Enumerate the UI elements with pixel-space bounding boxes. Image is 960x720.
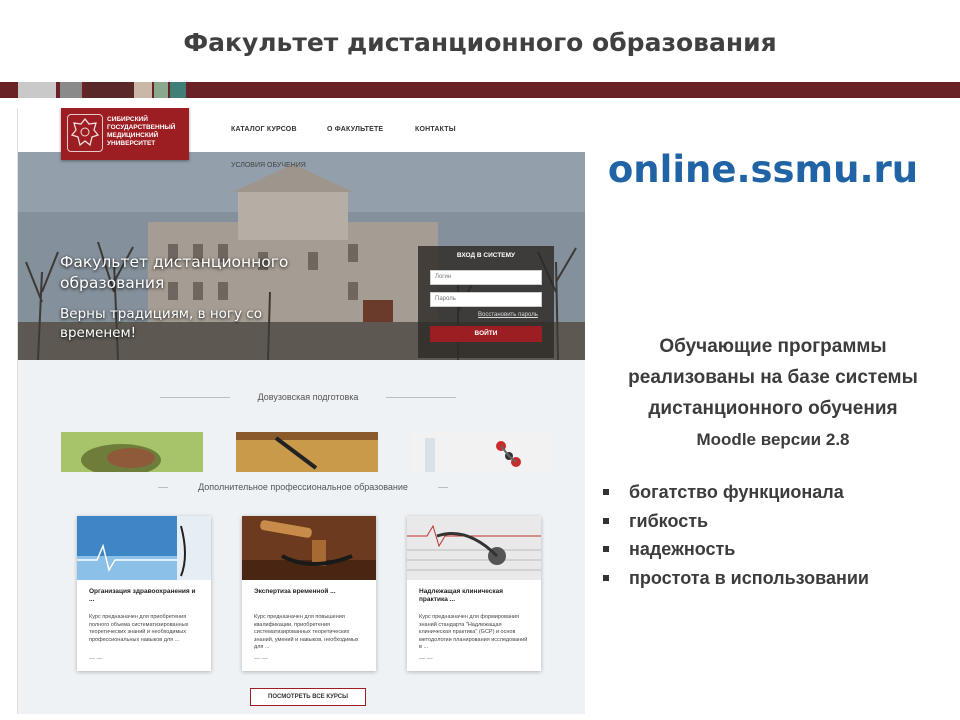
course-thumbnail[interactable] [411,432,553,472]
description-line-1: Обучающие программы [659,336,887,357]
course-thumbnail[interactable] [236,432,378,472]
card-more: — — [89,656,103,662]
card-more: — — [254,656,268,662]
card-image [407,516,541,580]
description-line-2: реализованы на базе системы [628,367,918,388]
card-more: — — [419,656,433,662]
card-description: Курс предназначен для приобретения полно… [89,614,189,643]
description-line-3: дистанционного обучения [648,398,898,419]
login-button[interactable]: ВОЙТИ [430,326,542,342]
slide-title: Факультет дистанционного образования [183,28,777,57]
card-title: Надлежащая клиническая практика ... [419,588,504,603]
hero-title-line-1: Факультет дистанционного [60,253,289,271]
card-description: Курс предназначен для формирования знани… [419,614,528,650]
card-title: Организация здравоохранения и ... [89,588,196,603]
hero-subtitle: Верны традициям, в ногу со временем! [60,305,262,343]
login-panel: ВХОД В СИСТЕМУ Логин Пароль Восстановить… [418,246,554,358]
eagle-emblem-icon [67,114,103,152]
feature-list: богатство функционала гибкость надежност… [600,478,869,592]
course-card[interactable]: Экспертиза временной ... Курс предназнач… [242,516,376,671]
website-screenshot: КАТАЛОГ КУРСОВ О ФАКУЛЬТЕТЕ КОНТАКТЫ СИБ… [17,108,585,714]
description-line-4: Moodle версии 2.8 [696,430,850,449]
bullet-icon [603,574,609,581]
band-square [86,82,134,98]
feature-item: гибкость [600,507,869,536]
forgot-password-link[interactable]: Восстановить пароль [478,312,538,318]
login-input[interactable]: Логин [430,270,542,285]
card-title: Экспертиза временной ... [254,588,336,595]
divider [438,487,448,488]
course-card[interactable]: Организация здравоохранения и ... Курс п… [77,516,211,671]
bullet-icon [603,517,609,524]
nav-about[interactable]: О ФАКУЛЬТЕТЕ [327,126,383,133]
section-additional-education: Дополнительное профессиональное образова… [198,482,408,492]
decorative-band [0,82,960,98]
logo-text: СИБИРСКИЙ ГОСУДАРСТВЕННЫЙ МЕДИЦИНСКИЙ УН… [107,116,176,147]
divider [160,397,230,398]
hero-title: Факультет дистанционного образования [60,252,288,294]
course-card[interactable]: Надлежащая клиническая практика ... Курс… [407,516,541,671]
divider [386,397,456,398]
band-square [134,82,152,98]
hero-title-line-2: образования [60,274,165,292]
feature-item: надежность [600,535,869,564]
card-image [77,516,211,580]
bullet-icon [603,489,609,495]
hero-subtitle-line-1: Верны традициям, в ногу со [60,306,262,322]
band-square [154,82,168,98]
section-pre-university: Довузовская подготовка [257,392,359,402]
bullet-icon [603,546,609,552]
feature-text: гибкость [629,510,709,531]
feature-text: простота в использовании [629,567,869,588]
feature-item: богатство функционала [600,478,869,507]
site-url: online.ssmu.ru [607,148,919,191]
feature-text: надежность [629,539,736,559]
nav-contacts[interactable]: КОНТАКТЫ [415,126,456,133]
description: Обучающие программы реализованы на базе … [598,331,948,455]
band-square [170,82,186,98]
card-description: Курс предназначен для повышения квалифик… [254,614,359,650]
password-input[interactable]: Пароль [430,292,542,307]
feature-text: богатство функционала [629,482,844,502]
band-square [18,82,56,98]
university-logo[interactable]: СИБИРСКИЙ ГОСУДАРСТВЕННЫЙ МЕДИЦИНСКИЙ УН… [61,108,189,160]
view-all-courses-button[interactable]: ПОСМОТРЕТЬ ВСЕ КУРСЫ [250,688,366,706]
course-thumbnail[interactable] [61,432,203,472]
divider [158,487,168,488]
nav-catalog[interactable]: КАТАЛОГ КУРСОВ [231,126,297,133]
hero-banner: Факультет дистанционного образования Вер… [18,152,585,360]
card-image [242,516,376,580]
hero-subtitle-line-2: временем! [60,325,137,341]
login-title: ВХОД В СИСТЕМУ [456,252,516,259]
feature-item: простота в использовании [600,564,869,593]
subnav-conditions[interactable]: УСЛОВИЯ ОБУЧЕНИЯ [231,162,306,169]
band-square [60,82,82,98]
